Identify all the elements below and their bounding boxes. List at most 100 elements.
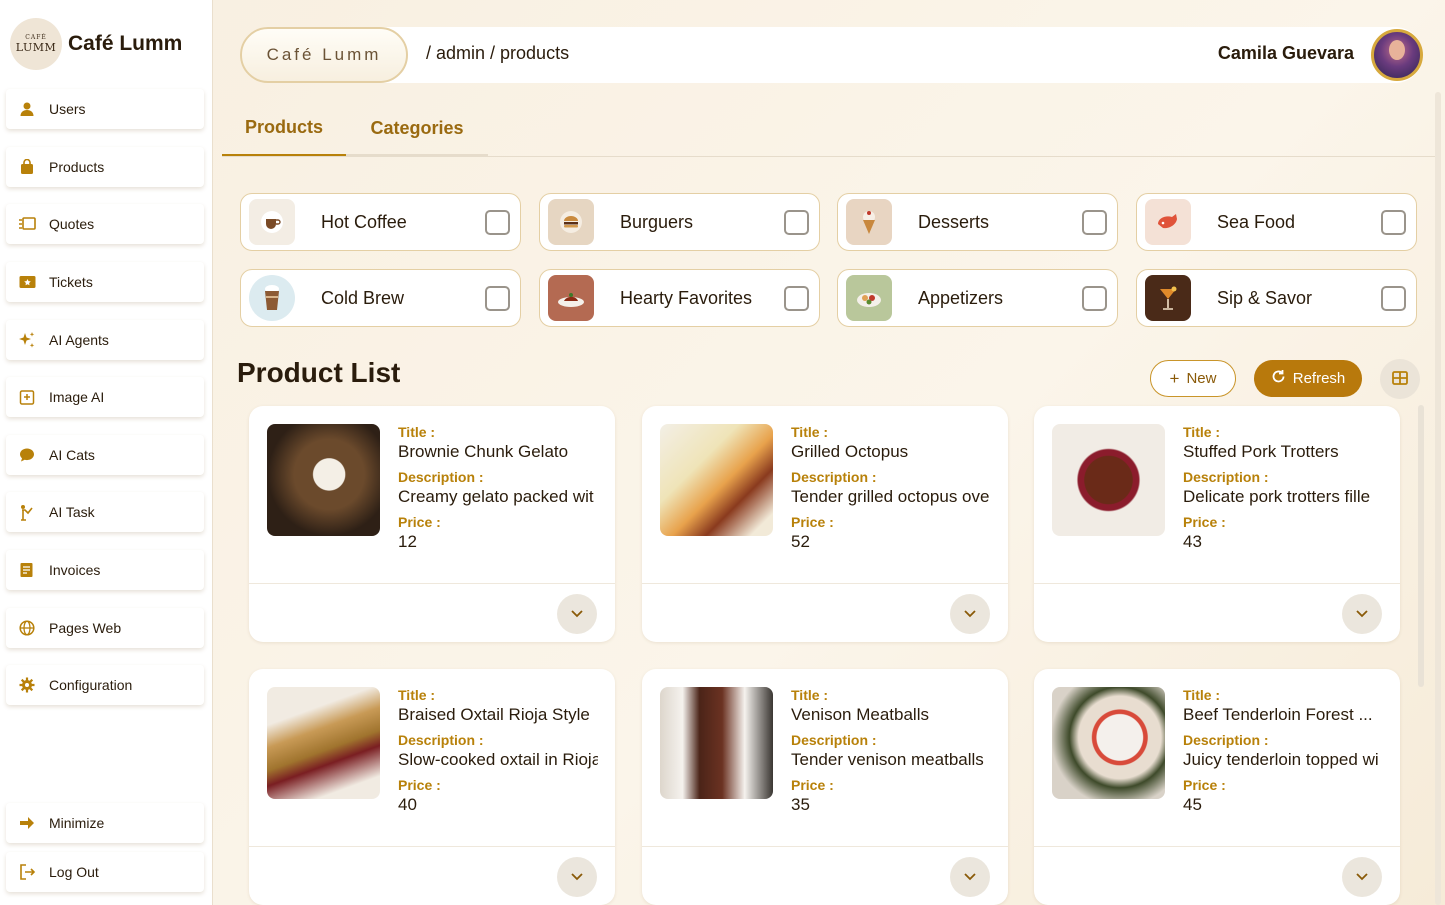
new-button-label: New bbox=[1186, 370, 1217, 387]
sidebar-item-label: Quotes bbox=[49, 216, 95, 232]
title-label: Title : bbox=[791, 424, 829, 440]
chevron-down-icon bbox=[1356, 606, 1368, 622]
new-button[interactable]: + New bbox=[1150, 360, 1236, 397]
seafood-icon bbox=[1145, 199, 1191, 245]
product-list-scrollbar[interactable] bbox=[1418, 405, 1424, 687]
product-list-title: Product List bbox=[237, 357, 401, 388]
product-card[interactable]: Title : Brownie Chunk Gelato Description… bbox=[249, 406, 615, 642]
refresh-button[interactable]: Refresh bbox=[1254, 360, 1362, 397]
product-info: Title : Grilled Octopus Description : Te… bbox=[791, 424, 991, 559]
product-title: Beef Tenderloin Forest ... bbox=[1183, 705, 1373, 724]
product-card[interactable]: Title : Braised Oxtail Rioja Style Descr… bbox=[249, 669, 615, 905]
category-checkbox[interactable] bbox=[485, 286, 510, 311]
grid-view-button[interactable] bbox=[1380, 359, 1420, 399]
coffee-icon bbox=[249, 199, 295, 245]
burger-icon bbox=[548, 199, 594, 245]
sidebar-item-label: Image AI bbox=[49, 389, 105, 405]
sidebar-item-pages-web[interactable]: Pages Web bbox=[6, 608, 204, 648]
card-divider bbox=[249, 583, 615, 584]
minimize-label: Minimize bbox=[49, 815, 105, 831]
card-divider bbox=[1034, 846, 1400, 847]
sidebar-item-ai-cats[interactable]: AI Cats bbox=[6, 435, 204, 475]
brand[interactable]: CAFÉ LUMM Café Lumm bbox=[10, 18, 182, 70]
sidebar-item-label: Invoices bbox=[49, 562, 101, 578]
sidebar-item-label: Tickets bbox=[49, 274, 93, 290]
sidebar-item-configuration[interactable]: Configuration bbox=[6, 665, 204, 705]
expand-button[interactable] bbox=[557, 594, 597, 634]
product-price: 35 bbox=[791, 795, 810, 814]
task-icon bbox=[18, 503, 36, 521]
category-sip-savor[interactable]: Sip & Savor bbox=[1136, 269, 1417, 327]
tab-categories[interactable]: Categories bbox=[346, 100, 488, 156]
plus-icon: + bbox=[1169, 368, 1180, 388]
product-image bbox=[1052, 687, 1165, 799]
category-appetizers[interactable]: Appetizers bbox=[837, 269, 1118, 327]
product-card[interactable]: Title : Grilled Octopus Description : Te… bbox=[642, 406, 1008, 642]
sparkle-icon bbox=[18, 331, 36, 349]
logout-button[interactable]: Log Out bbox=[6, 852, 204, 892]
price-label: Price : bbox=[791, 777, 834, 793]
product-title: Braised Oxtail Rioja Style bbox=[398, 705, 590, 724]
category-checkbox[interactable] bbox=[1381, 210, 1406, 235]
category-checkbox[interactable] bbox=[784, 210, 809, 235]
sidebar-item-products[interactable]: Products bbox=[6, 147, 204, 187]
category-checkbox[interactable] bbox=[1082, 286, 1107, 311]
expand-button[interactable] bbox=[950, 857, 990, 897]
tab-products[interactable]: Products bbox=[222, 100, 346, 156]
title-label: Title : bbox=[398, 424, 436, 440]
product-description: Juicy tenderloin topped wi bbox=[1183, 750, 1379, 769]
sidebar: CAFÉ LUMM Café Lumm Users Products Quote… bbox=[0, 0, 213, 905]
price-label: Price : bbox=[1183, 514, 1226, 530]
category-desserts[interactable]: Desserts bbox=[837, 193, 1118, 251]
header-brand-pill[interactable]: Café Lumm bbox=[240, 27, 408, 83]
sidebar-item-users[interactable]: Users bbox=[6, 89, 204, 129]
expand-button[interactable] bbox=[950, 594, 990, 634]
product-image bbox=[1052, 424, 1165, 536]
dessert-icon bbox=[846, 199, 892, 245]
category-sea-food[interactable]: Sea Food bbox=[1136, 193, 1417, 251]
logout-icon bbox=[18, 863, 36, 881]
expand-button[interactable] bbox=[1342, 857, 1382, 897]
minimize-button[interactable]: Minimize bbox=[6, 803, 204, 843]
category-checkbox[interactable] bbox=[1381, 286, 1406, 311]
product-description: Tender venison meatballs bbox=[791, 750, 984, 769]
category-checkbox[interactable] bbox=[1082, 210, 1107, 235]
chevron-down-icon bbox=[964, 606, 976, 622]
chevron-down-icon bbox=[1356, 869, 1368, 885]
sidebar-item-ai-agents[interactable]: AI Agents bbox=[6, 320, 204, 360]
product-description: Creamy gelato packed wit bbox=[398, 487, 594, 506]
category-label: Cold Brew bbox=[321, 287, 405, 308]
category-burguers[interactable]: Burguers bbox=[539, 193, 820, 251]
sidebar-item-tickets[interactable]: Tickets bbox=[6, 262, 204, 302]
category-hot-coffee[interactable]: Hot Coffee bbox=[240, 193, 521, 251]
avatar[interactable] bbox=[1371, 29, 1423, 81]
expand-button[interactable] bbox=[557, 857, 597, 897]
product-info: Title : Stuffed Pork Trotters Descriptio… bbox=[1183, 424, 1383, 559]
category-checkbox[interactable] bbox=[485, 210, 510, 235]
description-label: Description : bbox=[1183, 732, 1269, 748]
product-card[interactable]: Title : Stuffed Pork Trotters Descriptio… bbox=[1034, 406, 1400, 642]
product-card[interactable]: Title : Beef Tenderloin Forest ... Descr… bbox=[1034, 669, 1400, 905]
description-label: Description : bbox=[1183, 469, 1269, 485]
sidebar-item-ai-task[interactable]: AI Task bbox=[6, 492, 204, 532]
card-divider bbox=[1034, 583, 1400, 584]
sidebar-item-image-ai[interactable]: Image AI bbox=[6, 377, 204, 417]
header-bar: Café Lumm / admin / products Camila Guev… bbox=[240, 27, 1423, 83]
sidebar-item-quotes[interactable]: Quotes bbox=[6, 204, 204, 244]
arrow-right-icon bbox=[18, 814, 36, 832]
product-description: Delicate pork trotters fille bbox=[1183, 487, 1371, 506]
expand-button[interactable] bbox=[1342, 594, 1382, 634]
product-price: 40 bbox=[398, 795, 417, 814]
category-cold-brew[interactable]: Cold Brew bbox=[240, 269, 521, 327]
product-price: 12 bbox=[398, 532, 417, 551]
sidebar-item-invoices[interactable]: Invoices bbox=[6, 550, 204, 590]
product-price: 43 bbox=[1183, 532, 1202, 551]
card-divider bbox=[642, 846, 1008, 847]
product-card[interactable]: Title : Venison Meatballs Description : … bbox=[642, 669, 1008, 905]
category-hearty-favorites[interactable]: Hearty Favorites bbox=[539, 269, 820, 327]
product-info: Title : Venison Meatballs Description : … bbox=[791, 687, 991, 822]
page-scrollbar[interactable] bbox=[1435, 92, 1441, 905]
user-name: Camila Guevara bbox=[1217, 43, 1354, 63]
chat-icon bbox=[18, 446, 36, 464]
category-checkbox[interactable] bbox=[784, 286, 809, 311]
